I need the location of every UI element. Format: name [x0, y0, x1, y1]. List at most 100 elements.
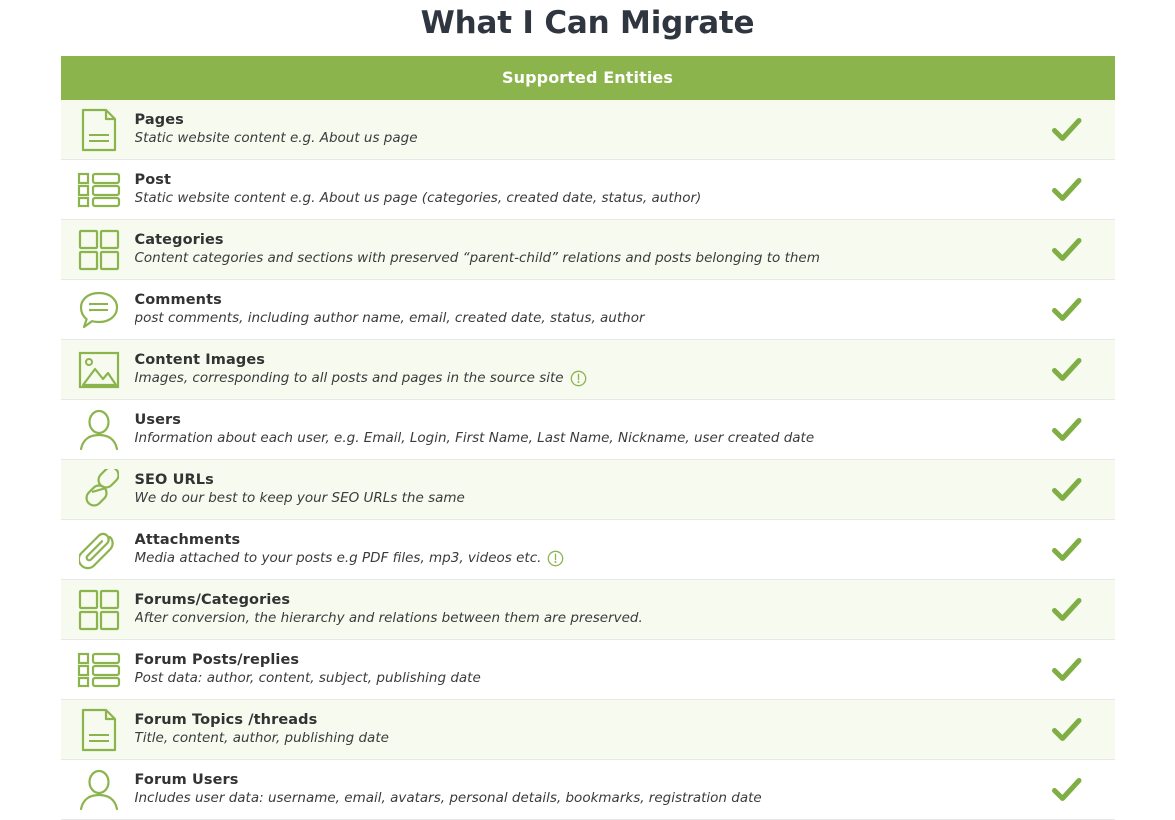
speech-bubble-icon	[78, 290, 120, 330]
check-icon	[1051, 717, 1082, 743]
supported-entities-table: Supported Entities Pages Static website c…	[60, 56, 1115, 820]
entity-description-row: post comments, including author name, em…	[135, 309, 1019, 328]
table-body: Pages Static website content e.g. About u…	[60, 100, 1115, 820]
entity-text-cell: Forums/Categories After conversion, the h…	[135, 591, 1019, 628]
entity-description-row: Images, corresponding to all posts and p…	[135, 369, 1019, 388]
paperclip-icon	[78, 528, 119, 572]
entity-description-row: After conversion, the hierarchy and rela…	[135, 609, 1019, 628]
entity-text-cell: Forum Posts/replies Post data: author, co…	[135, 651, 1019, 688]
supported-check-cell	[1019, 417, 1115, 443]
entity-description: Content categories and sections with pre…	[134, 250, 820, 266]
entity-description-row: We do our best to keep your SEO URLs the…	[135, 489, 1019, 508]
entity-description-row: Content categories and sections with pre…	[135, 249, 1019, 268]
user-icon	[79, 409, 119, 451]
entity-description-row: Static website content e.g. About us pag…	[135, 129, 1019, 148]
entity-icon-cell	[61, 468, 135, 511]
entity-text-cell: Categories Content categories and section…	[135, 231, 1019, 268]
entity-description: Title, content, author, publishing date	[134, 730, 389, 746]
check-icon	[1051, 177, 1082, 203]
table-row: Users Information about each user, e.g. E…	[60, 400, 1115, 460]
entity-description-row: Post data: author, content, subject, pub…	[135, 669, 1019, 688]
entity-description: Images, corresponding to all posts and p…	[134, 370, 564, 386]
user-icon	[79, 769, 119, 811]
table-header: Supported Entities	[60, 56, 1115, 100]
entity-description: Media attached to your posts e.g PDF fil…	[134, 550, 542, 566]
list-blocks-icon	[77, 652, 121, 688]
entity-description: Static website content e.g. About us pag…	[134, 190, 702, 206]
entity-icon-cell	[61, 589, 135, 631]
check-icon	[1051, 777, 1082, 803]
entity-icon-cell	[61, 652, 135, 688]
info-icon[interactable]	[547, 550, 564, 567]
entity-description: We do our best to keep your SEO URLs the…	[134, 490, 465, 506]
entity-description: Information about each user, e.g. Email,…	[134, 430, 815, 446]
list-blocks-icon	[77, 172, 121, 208]
entity-title: Pages	[134, 112, 184, 128]
check-icon	[1051, 237, 1082, 263]
grid-squares-icon	[78, 229, 120, 271]
entity-text-cell: Content Images Images, corresponding to a…	[135, 351, 1019, 388]
entity-text-cell: Pages Static website content e.g. About u…	[135, 111, 1019, 148]
supported-check-cell	[1019, 357, 1115, 383]
entity-description: Post data: author, content, subject, pub…	[134, 670, 481, 686]
supported-check-cell	[1019, 237, 1115, 263]
table-row: Forum Topics /threads Title, content, aut…	[60, 700, 1115, 760]
entity-description-row: Title, content, author, publishing date	[135, 729, 1019, 748]
check-icon	[1051, 117, 1082, 143]
entity-text-cell: Forum Topics /threads Title, content, aut…	[135, 711, 1019, 748]
info-icon[interactable]	[570, 370, 587, 387]
supported-check-cell	[1019, 117, 1115, 143]
document-icon	[79, 108, 119, 152]
entity-title: Users	[134, 412, 182, 428]
entity-icon-cell	[61, 528, 135, 572]
table-row: Content Images Images, corresponding to a…	[60, 340, 1115, 400]
entity-description-row: Static website content e.g. About us pag…	[135, 189, 1019, 208]
supported-check-cell	[1019, 177, 1115, 203]
entity-description-row: Media attached to your posts e.g PDF fil…	[135, 549, 1019, 568]
check-icon	[1051, 657, 1082, 683]
check-icon	[1051, 477, 1082, 503]
supported-check-cell	[1019, 597, 1115, 623]
entity-description: Static website content e.g. About us pag…	[134, 130, 418, 146]
entity-icon-cell	[61, 769, 135, 811]
check-icon	[1051, 417, 1082, 443]
table-row: Categories Content categories and section…	[60, 220, 1115, 280]
entity-title: Post	[134, 172, 172, 188]
entity-text-cell: SEO URLs We do our best to keep your SEO …	[135, 471, 1019, 508]
entity-icon-cell	[61, 172, 135, 208]
supported-check-cell	[1019, 297, 1115, 323]
supported-check-cell	[1019, 537, 1115, 563]
table-row: Post Static website content e.g. About us…	[60, 160, 1115, 220]
entity-description: After conversion, the hierarchy and rela…	[134, 610, 643, 626]
entity-description-row: Information about each user, e.g. Email,…	[135, 429, 1019, 448]
entity-text-cell: Attachments Media attached to your posts …	[135, 531, 1019, 568]
table-row: Forum Posts/replies Post data: author, co…	[60, 640, 1115, 700]
supported-check-cell	[1019, 657, 1115, 683]
image-icon	[78, 351, 120, 389]
supported-check-cell	[1019, 777, 1115, 803]
entity-title: Forum Posts/replies	[134, 652, 300, 668]
entity-title: Content Images	[134, 352, 266, 368]
entity-description: post comments, including author name, em…	[134, 310, 645, 326]
chain-link-icon	[79, 468, 119, 511]
entity-title: Forum Topics /threads	[134, 712, 318, 728]
entity-title: Forum Users	[134, 772, 239, 788]
entity-icon-cell	[61, 108, 135, 152]
check-icon	[1051, 357, 1082, 383]
check-icon	[1051, 537, 1082, 563]
entity-title: Categories	[134, 232, 224, 248]
entity-text-cell: Post Static website content e.g. About us…	[135, 171, 1019, 208]
entity-title: Forums/Categories	[134, 592, 291, 608]
entity-title: SEO URLs	[134, 472, 214, 488]
entity-text-cell: Users Information about each user, e.g. E…	[135, 411, 1019, 448]
entity-title: Attachments	[134, 532, 241, 548]
table-row: Attachments Media attached to your posts …	[60, 520, 1115, 580]
entity-text-cell: Comments post comments, including author …	[135, 291, 1019, 328]
grid-squares-icon	[78, 589, 120, 631]
entity-title: Comments	[134, 292, 222, 308]
entity-description: Includes user data: username, email, ava…	[134, 790, 762, 806]
supported-check-cell	[1019, 477, 1115, 503]
table-row: Pages Static website content e.g. About u…	[60, 100, 1115, 160]
entity-icon-cell	[61, 351, 135, 389]
entity-description-row: Includes user data: username, email, ava…	[135, 789, 1019, 808]
